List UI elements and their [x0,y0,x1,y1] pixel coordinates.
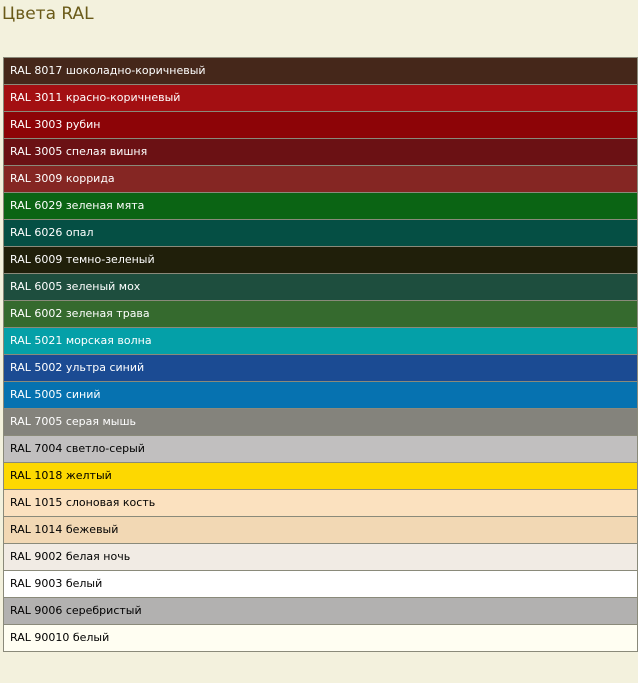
color-row: RAL 8017 шоколадно-коричневый [3,57,638,85]
color-swatch-label: RAL 8017 шоколадно-коричневый [3,57,638,85]
color-swatch-label: RAL 6009 темно-зеленый [3,246,638,274]
color-swatch-label: RAL 1015 слоновая кость [3,489,638,517]
color-swatch-label: RAL 3011 красно-коричневый [3,84,638,112]
color-swatch-label: RAL 9003 белый [3,570,638,598]
color-row: RAL 9003 белый [3,570,638,598]
color-swatch-label: RAL 3003 рубин [3,111,638,139]
color-row: RAL 5002 ультра синий [3,354,638,382]
ral-color-table: RAL 8017 шоколадно-коричневый RAL 3011 кр… [3,57,638,652]
color-row: RAL 6002 зеленая трава [3,300,638,328]
color-swatch-label: RAL 3005 спелая вишня [3,138,638,166]
ral-color-list: RAL 8017 шоколадно-коричневый RAL 3011 кр… [3,57,638,652]
color-swatch-label: RAL 6029 зеленая мята [3,192,638,220]
color-row: RAL 6009 темно-зеленый [3,246,638,274]
color-row: RAL 9006 серебристый [3,597,638,625]
color-row: RAL 7005 серая мышь [3,408,638,436]
color-swatch-label: RAL 6002 зеленая трава [3,300,638,328]
color-row: RAL 9002 белая ночь [3,543,638,571]
color-row: RAL 90010 белый [3,624,638,652]
color-swatch-label: RAL 9002 белая ночь [3,543,638,571]
page-title: Цвета RAL [2,4,94,24]
color-row: RAL 3003 рубин [3,111,638,139]
color-swatch-label: RAL 6026 опал [3,219,638,247]
color-swatch-label: RAL 5002 ультра синий [3,354,638,382]
color-row: RAL 7004 светло-серый [3,435,638,463]
color-swatch-label: RAL 7004 светло-серый [3,435,638,463]
color-row: RAL 5021 морская волна [3,327,638,355]
color-row: RAL 1014 бежевый [3,516,638,544]
color-swatch-label: RAL 6005 зеленый мох [3,273,638,301]
color-swatch-label: RAL 7005 серая мышь [3,408,638,436]
color-row: RAL 5005 синий [3,381,638,409]
color-row: RAL 3005 спелая вишня [3,138,638,166]
color-row: RAL 1015 слоновая кость [3,489,638,517]
color-row: RAL 6029 зеленая мята [3,192,638,220]
color-row: RAL 1018 желтый [3,462,638,490]
color-swatch-label: RAL 5005 синий [3,381,638,409]
color-row: RAL 6026 опал [3,219,638,247]
color-swatch-label: RAL 90010 белый [3,624,638,652]
color-row: RAL 3009 коррида [3,165,638,193]
color-row: RAL 3011 красно-коричневый [3,84,638,112]
color-row: RAL 6005 зеленый мох [3,273,638,301]
color-swatch-label: RAL 9006 серебристый [3,597,638,625]
color-swatch-label: RAL 1018 желтый [3,462,638,490]
color-swatch-label: RAL 5021 морская волна [3,327,638,355]
color-swatch-label: RAL 3009 коррида [3,165,638,193]
color-swatch-label: RAL 1014 бежевый [3,516,638,544]
